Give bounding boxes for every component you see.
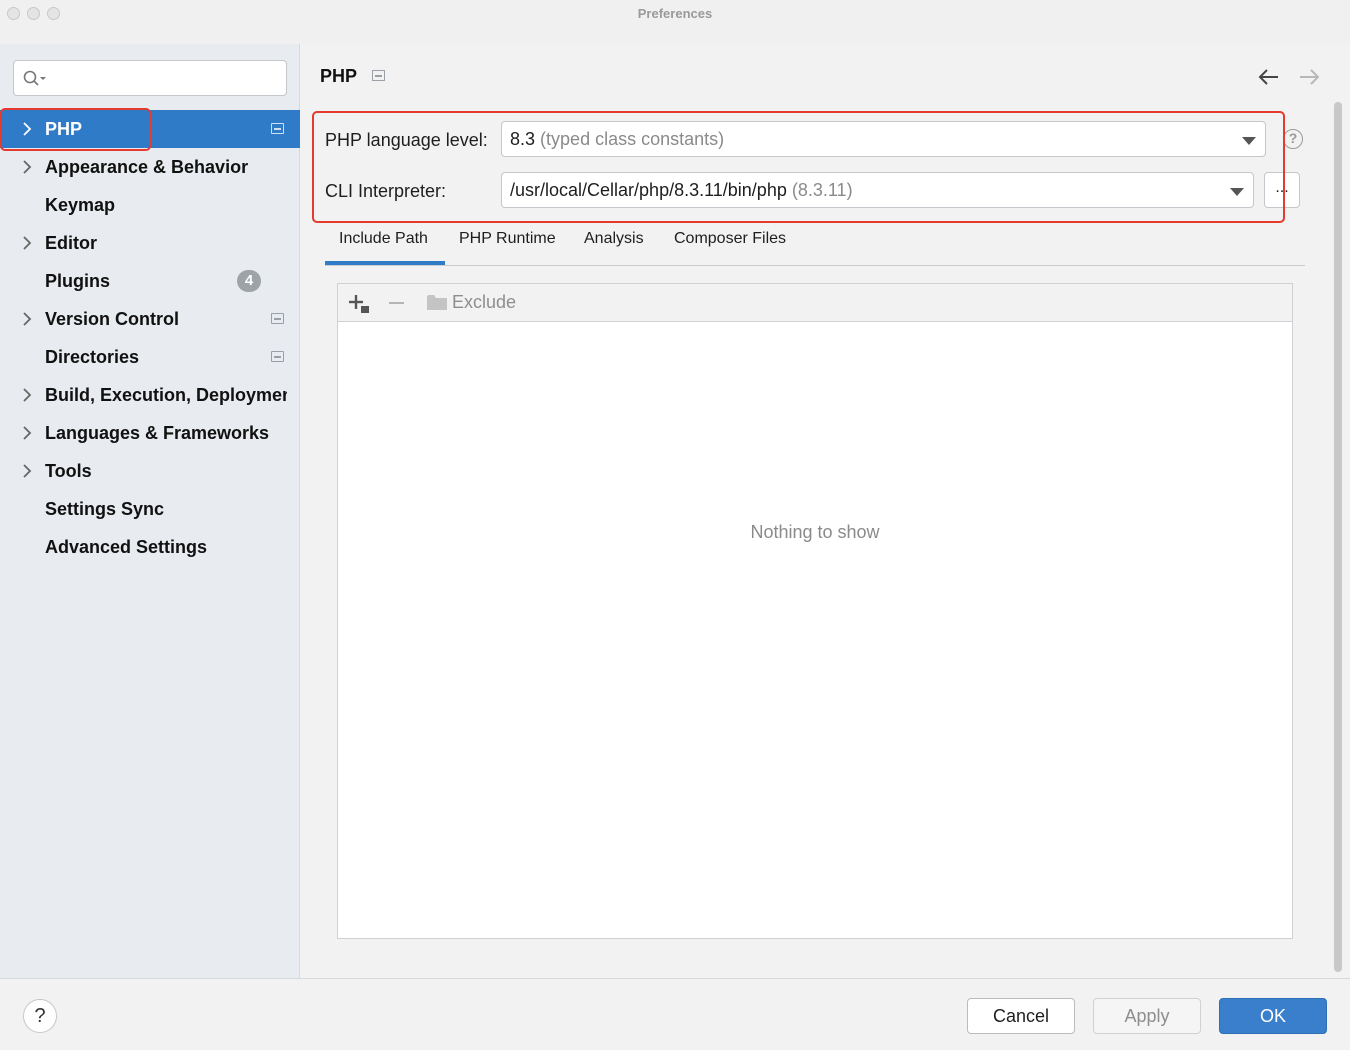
sidebar-item-plugins[interactable]: Plugins 4 (0, 262, 300, 300)
sidebar-item-label: Build, Execution, Deployment (45, 385, 287, 405)
empty-state-text: Nothing to show (750, 522, 880, 542)
highlight-box (0, 108, 151, 151)
preferences-window: Preferences PHP Appearance & Behavior Ke… (0, 0, 1350, 1050)
tab-composer-files[interactable]: Composer Files (674, 230, 786, 248)
tab-analysis[interactable]: Analysis (584, 230, 644, 248)
remove-icon[interactable] (389, 302, 404, 304)
sidebar-item-tools[interactable]: Tools (0, 452, 300, 490)
project-settings-icon (271, 123, 284, 134)
sidebar-item-version-control[interactable]: Version Control (0, 300, 300, 338)
sidebar-item-build-execution-deployment[interactable]: Build, Execution, Deployment (0, 376, 300, 414)
dialog-footer: ? Cancel Apply OK (0, 978, 1350, 1050)
include-path-list: Exclude Nothing to show (337, 283, 1293, 939)
sidebar-item-editor[interactable]: Editor (0, 224, 300, 262)
chevron-right-icon (23, 160, 32, 174)
sidebar-item-label: Editor (45, 233, 97, 253)
sidebar-item-label: Settings Sync (45, 499, 165, 519)
tab-include-path[interactable]: Include Path (339, 230, 428, 248)
highlight-box (312, 111, 1285, 223)
vertical-scrollbar[interactable] (1333, 102, 1343, 972)
sidebar-item-appearance-behavior[interactable]: Appearance & Behavior (0, 148, 300, 186)
add-icon[interactable] (346, 291, 372, 315)
sidebar-item-label: Advanced Settings (45, 537, 208, 557)
sidebar-item-directories[interactable]: Directories (0, 338, 300, 376)
sidebar-item-settings-sync[interactable]: Settings Sync (0, 490, 300, 528)
settings-sidebar: PHP Appearance & Behavior Keymap Editor … (0, 44, 300, 978)
chevron-right-icon (23, 312, 32, 326)
sidebar-item-label: Appearance & Behavior (45, 157, 249, 177)
project-settings-icon (372, 70, 385, 81)
arrow-right-icon[interactable] (1297, 68, 1321, 86)
sidebar-item-label: Tools (45, 461, 92, 481)
ok-button[interactable]: OK (1219, 998, 1327, 1034)
sidebar-item-label: Languages & Frameworks (45, 423, 270, 443)
sidebar-item-label: Keymap (45, 195, 116, 215)
settings-tabs: Include Path PHP Runtime Analysis Compos… (325, 224, 1305, 266)
sidebar-item-advanced-settings[interactable]: Advanced Settings (0, 528, 300, 566)
help-button[interactable]: ? (23, 999, 57, 1033)
sidebar-item-label: Version Control (45, 309, 180, 329)
include-path-toolbar: Exclude (338, 284, 1292, 322)
active-tab-indicator (325, 261, 445, 265)
chevron-right-icon (23, 426, 32, 440)
php-settings-panel: PHP PHP language level: 8.3 (typed class… (301, 44, 1350, 978)
sidebar-item-languages-frameworks[interactable]: Languages & Frameworks (0, 414, 300, 452)
chevron-right-icon (23, 464, 32, 478)
apply-button[interactable]: Apply (1093, 998, 1201, 1034)
page-title: PHP (320, 66, 358, 86)
folder-icon (427, 295, 447, 310)
exclude-button[interactable]: Exclude (452, 292, 516, 313)
project-settings-icon (271, 313, 284, 324)
search-input[interactable] (13, 60, 287, 96)
chevron-right-icon (23, 236, 32, 250)
cancel-button[interactable]: Cancel (967, 998, 1075, 1034)
arrow-left-icon[interactable] (1257, 68, 1281, 86)
chevron-right-icon (23, 388, 32, 402)
sidebar-item-label: Directories (45, 347, 140, 367)
scrollbar-thumb[interactable] (1334, 102, 1342, 972)
plugins-update-badge: 4 (237, 270, 261, 292)
project-settings-icon (271, 351, 284, 362)
search-icon (23, 70, 46, 86)
help-icon[interactable]: ? (1283, 129, 1303, 149)
window-title: Preferences (637, 6, 713, 21)
tab-php-runtime[interactable]: PHP Runtime (459, 230, 556, 248)
title-bar: Preferences (0, 0, 1350, 44)
sidebar-item-keymap[interactable]: Keymap (0, 186, 300, 224)
